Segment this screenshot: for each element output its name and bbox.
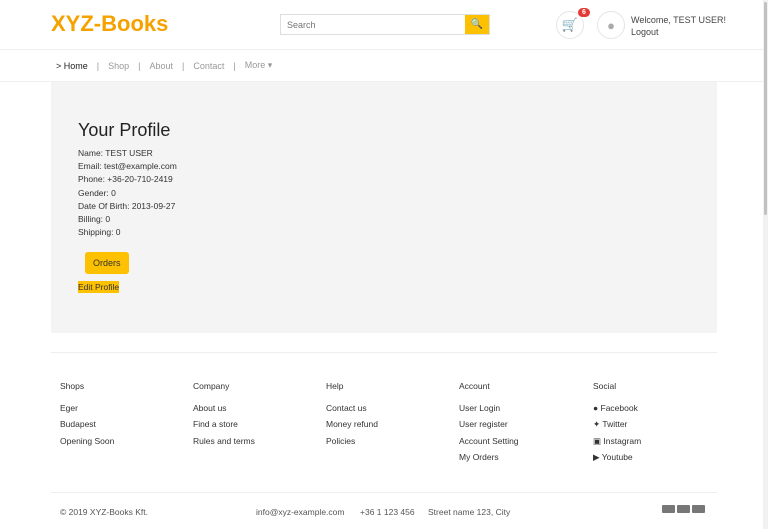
twitter-icon: ✦ (593, 419, 601, 429)
footer-link[interactable]: Find a store (193, 416, 255, 433)
profile-gender: Gender: 0 (78, 187, 116, 198)
profile-phone: Phone: +36-20-710-2419 (78, 174, 173, 185)
user-icon: ● (607, 17, 615, 33)
link-label: Twitter (602, 419, 628, 429)
footer-col-account: Account User Login User register Account… (459, 378, 519, 466)
facebook-icon: ● (593, 402, 599, 413)
profile-dob: Date Of Birth: 2013-09-27 (78, 200, 176, 211)
footer-link[interactable]: Policies (326, 433, 378, 450)
search-icon: 🔍 (470, 19, 484, 30)
footer-phone: +36 1 123 456 (360, 507, 415, 517)
footer-heading: Social (593, 381, 617, 391)
welcome-text: Welcome, TEST USER! (631, 15, 727, 25)
payment-icons (660, 505, 705, 515)
link-label: Instagram (603, 435, 642, 446)
visa-icon (662, 505, 675, 513)
profile-name: Name: TEST USER (78, 148, 153, 158)
profile-billing: Billing: 0 (78, 214, 111, 225)
footer-link[interactable]: Account Setting (459, 433, 519, 450)
logo[interactable]: XYZ-Books (51, 11, 168, 37)
nav-contact[interactable]: Contact (193, 61, 224, 71)
footer-link[interactable]: About us (193, 400, 255, 417)
divider (51, 352, 717, 353)
search-button[interactable]: 🔍 (465, 15, 489, 34)
page-title: Your Profile (78, 120, 171, 140)
footer-link[interactable]: Contact us (326, 400, 378, 417)
main-nav: > Home | Shop | About | Contact | More ▾ (0, 50, 768, 82)
nav-shop[interactable]: Shop (108, 61, 129, 71)
mastercard-icon (692, 505, 705, 513)
search-input[interactable] (281, 15, 465, 34)
footer-link[interactable]: Eger (60, 400, 114, 417)
nav-more[interactable]: More ▾ (245, 60, 273, 71)
nav-home[interactable]: > Home (56, 61, 88, 71)
footer-link[interactable]: Opening Soon (60, 433, 114, 450)
edit-profile-link[interactable]: Edit Profile (78, 281, 120, 294)
footer-col-social: Social ● Facebook ✦ Twitter ▣ Instagram … (593, 378, 641, 466)
facebook-link[interactable]: ● Facebook (593, 400, 641, 417)
twitter-link[interactable]: ✦ Twitter (593, 416, 641, 433)
orders-button[interactable]: Orders (85, 252, 129, 275)
user-avatar[interactable]: ● (597, 11, 625, 39)
copyright: © 2019 XYZ-Books Kft. (60, 507, 148, 517)
footer-link[interactable]: Budapest (60, 416, 114, 433)
profile-shipping: Shipping: 0 (78, 227, 121, 238)
footer-heading: Help (326, 381, 344, 391)
footer-address: Street name 123, City (428, 507, 511, 517)
scrollbar-thumb[interactable] (764, 2, 767, 215)
footer-link[interactable]: User register (459, 416, 519, 433)
profile-email: Email: test@example.com (78, 161, 177, 172)
nav-about[interactable]: About (149, 61, 173, 71)
paypal-icon (677, 505, 690, 513)
youtube-link[interactable]: ▶ Youtube (593, 449, 641, 466)
instagram-icon: ▣ (593, 435, 602, 446)
header: XYZ-Books 🔍 🛒 6 ● Welcome, TEST USER! Lo… (0, 0, 768, 50)
footer-link[interactable]: Rules and terms (193, 433, 255, 450)
footer-link[interactable]: Money refund (326, 416, 378, 433)
footer-heading: Shops (60, 381, 85, 391)
footer-heading: Company (193, 381, 230, 391)
footer-col-company: Company About us Find a store Rules and … (193, 378, 255, 449)
cart-badge: 6 (578, 8, 590, 17)
footer-col-help: Help Contact us Money refund Policies (326, 378, 378, 449)
cart-icon: 🛒 (561, 17, 579, 32)
footer-col-shops: Shops Eger Budapest Opening Soon (60, 378, 114, 449)
footer-link[interactable]: User Login (459, 400, 519, 417)
search-bar: 🔍 (280, 14, 490, 35)
footer-heading: Account (459, 381, 490, 391)
logout-link[interactable]: Logout (631, 26, 726, 38)
link-label: Facebook (600, 402, 638, 413)
profile-panel: Your Profile Name: TEST USER Email: test… (51, 82, 717, 333)
scrollbar[interactable] (763, 0, 768, 529)
footer-email: info@xyz-example.com (256, 507, 345, 517)
instagram-link[interactable]: ▣ Instagram (593, 433, 641, 450)
footer-link[interactable]: My Orders (459, 449, 519, 466)
youtube-icon: ▶ (593, 452, 600, 462)
link-label: Youtube (601, 452, 633, 462)
divider (51, 492, 717, 493)
